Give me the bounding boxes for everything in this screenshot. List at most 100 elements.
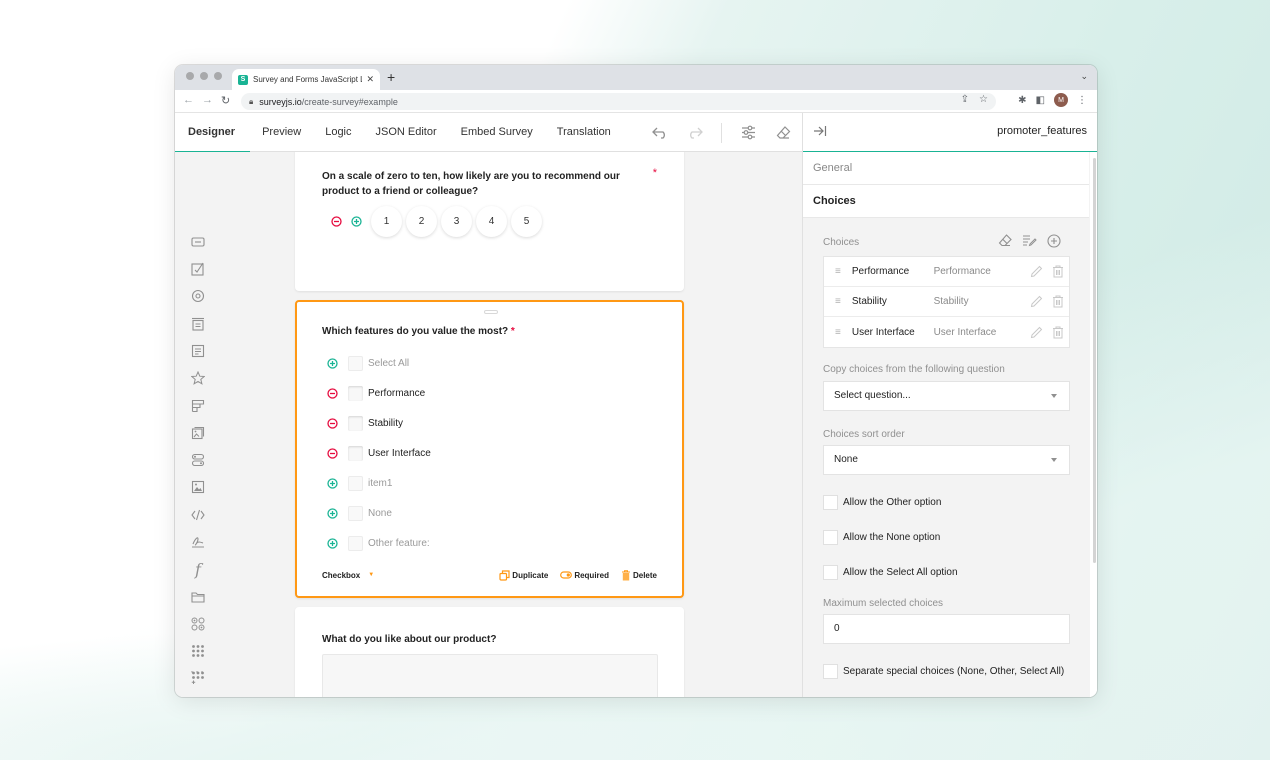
checkbox-box[interactable] [823,664,838,679]
choice-checkbox[interactable] [348,355,363,371]
rate-item[interactable]: 4 [476,206,507,237]
edit-choices-icon[interactable] [1022,234,1037,253]
comment-icon[interactable] [190,343,206,359]
allow-none-checkbox[interactable]: Allow the None option [823,530,940,545]
edit-pencil-icon[interactable] [1025,326,1047,339]
file-folder-icon[interactable] [190,589,206,605]
dropdown-icon[interactable] [190,316,206,332]
matrix-dropdown-icon[interactable] [190,643,206,659]
checkbox-box[interactable] [823,495,838,510]
duplicate-button[interactable]: Duplicate [499,569,548,581]
category-choices[interactable]: Choices [803,185,1089,218]
tab-logic[interactable]: Logic [313,113,363,152]
copy-choices-dropdown[interactable]: Select question... [823,381,1070,411]
browser-menu-icon[interactable]: ⋮ [1077,95,1087,106]
edit-pencil-icon[interactable] [1025,295,1047,308]
more-icon[interactable]: ··· [190,664,205,678]
radiogroup-icon[interactable] [190,288,206,304]
choice-checkbox[interactable] [348,445,363,461]
close-tab-icon[interactable]: ✕ [366,74,374,85]
clear-choices-icon[interactable] [998,234,1012,253]
add-rate-icon[interactable] [351,216,362,227]
choice-checkbox[interactable] [348,475,363,491]
expression-function-icon[interactable]: f [190,560,206,579]
drag-handle-icon[interactable]: ≡ [824,327,852,338]
question-card-comment[interactable]: What do you like about our product? [295,607,684,697]
settings-icon[interactable] [740,124,757,141]
single-input-icon[interactable] [190,234,206,250]
checkbox-box[interactable] [823,565,838,580]
choice-label[interactable]: User Interface [368,448,431,459]
choice-value[interactable]: Performance [852,266,934,277]
choice-checkbox[interactable] [348,415,363,431]
choice-label[interactable]: item1 [368,478,392,489]
checkbox-icon[interactable] [190,261,206,277]
choice-checkbox[interactable] [348,385,363,401]
delete-trash-icon[interactable] [1047,265,1069,278]
address-bar[interactable]: 🔒︎ surveyjs.io/create-survey#example ⇪ ☆ [241,93,996,110]
remove-choice-icon[interactable] [327,417,338,429]
sort-order-dropdown[interactable]: None [823,445,1070,475]
remove-choice-icon[interactable] [327,447,338,459]
extensions-icon[interactable]: ✱ [1018,95,1026,106]
checkbox-box[interactable] [823,530,838,545]
choice-label[interactable]: None [368,508,392,519]
forward-icon[interactable]: → [202,94,213,106]
add-choice-icon[interactable] [1047,234,1061,253]
redo-icon[interactable] [686,124,703,141]
tab-translation[interactable]: Translation [545,113,623,152]
add-choice-icon[interactable] [327,357,338,369]
add-choice-icon[interactable] [327,477,338,489]
signaturepad-icon[interactable] [190,534,206,550]
drag-handle[interactable] [484,310,498,314]
tab-json-editor[interactable]: JSON Editor [364,113,449,152]
rate-item[interactable]: 2 [406,206,437,237]
html-code-icon[interactable] [190,507,206,523]
property-grid-scrollbar[interactable] [1093,158,1096,563]
tab-designer[interactable]: Designer [175,113,251,153]
category-general[interactable]: General [803,152,1089,185]
tab-embed-survey[interactable]: Embed Survey [449,113,545,152]
back-icon[interactable]: ← [183,94,194,106]
choice-text[interactable]: Stability [934,296,1026,307]
matrix-icon[interactable] [190,616,206,632]
choice-value[interactable]: User Interface [852,327,934,338]
choice-label[interactable]: Other feature: [368,538,430,549]
tab-search-icon[interactable]: ⌄ [1080,71,1088,82]
bookmark-star-icon[interactable]: ☆ [979,94,988,105]
profile-avatar[interactable]: M [1054,93,1068,107]
side-panel-icon[interactable]: ◧ [1036,95,1045,106]
question-title[interactable]: Which features do you value the most? * [322,324,515,339]
edit-pencil-icon[interactable] [1025,265,1047,278]
image-icon[interactable] [190,479,206,495]
choice-label[interactable]: Stability [368,418,403,429]
separate-special-checkbox[interactable]: Separate special choices (None, Other, S… [823,664,1064,679]
choice-checkbox[interactable] [348,535,363,551]
close-window-button[interactable] [186,72,194,80]
add-choice-icon[interactable] [327,537,338,549]
rate-item[interactable]: 3 [441,206,472,237]
imagepicker-icon[interactable] [190,425,206,441]
rate-item[interactable]: 1 [371,206,402,237]
question-title[interactable]: On a scale of zero to ten, how likely ar… [322,169,632,199]
drag-handle-icon[interactable]: ≡ [824,266,852,277]
minimize-window-button[interactable] [200,72,208,80]
tab-preview[interactable]: Preview [250,113,313,152]
question-type-selector[interactable]: Checkbox ▼ [322,571,374,580]
boolean-icon[interactable] [190,452,206,468]
question-card-rating[interactable]: On a scale of zero to ten, how likely ar… [295,152,684,291]
reload-icon[interactable]: ↻ [221,94,230,107]
delete-button[interactable]: Delete [621,569,657,581]
choice-label[interactable]: Performance [368,388,425,399]
max-selected-input[interactable]: 0 [823,614,1070,644]
choice-value[interactable]: Stability [852,296,934,307]
delete-trash-icon[interactable] [1047,295,1069,308]
ranking-icon[interactable] [190,398,206,414]
share-icon[interactable]: ⇪ [961,94,969,105]
remove-rate-icon[interactable] [331,216,342,227]
new-tab-icon[interactable]: + [387,69,395,85]
choice-text[interactable]: Performance [934,266,1026,277]
delete-trash-icon[interactable] [1047,326,1069,339]
undo-icon[interactable] [651,124,668,141]
question-title[interactable]: What do you like about our product? [322,632,496,647]
